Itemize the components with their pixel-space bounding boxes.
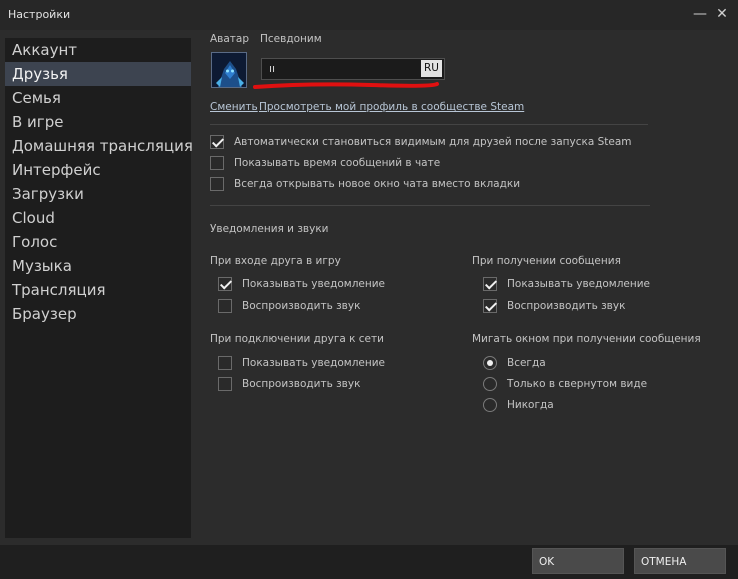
nickname-label: Псевдоним (260, 33, 322, 45)
checkbox[interactable] (218, 356, 232, 370)
sidebar-item-broadcasting[interactable]: Трансляция (5, 278, 191, 302)
sidebar-item-music[interactable]: Музыка (5, 254, 191, 278)
option-label: Никогда (507, 399, 554, 411)
avatar[interactable] (211, 52, 247, 88)
view-profile-link[interactable]: Просмотреть мой профиль в сообществе Ste… (259, 101, 524, 113)
sidebar-item-browser[interactable]: Браузер (5, 302, 191, 326)
sidebar-item-friends[interactable]: Друзья (5, 62, 191, 86)
message-received-show[interactable]: Показывать уведомление (483, 276, 650, 292)
option-label: Показывать уведомление (242, 357, 386, 369)
option-label: Только в свернутом виде (507, 378, 648, 390)
radio-button[interactable] (483, 377, 497, 391)
radio-button[interactable] (483, 398, 497, 412)
option-label: Воспроизводить звук (507, 300, 626, 312)
nickname-input[interactable]: ıı (261, 58, 445, 80)
title-bar: Настройки — ✕ (0, 0, 738, 30)
sidebar-item-voice[interactable]: Голос (5, 230, 191, 254)
checkbox[interactable] (218, 277, 232, 291)
friend-ingame-sound[interactable]: Воспроизводить звук (218, 298, 360, 314)
option-label: Показывать уведомление (507, 278, 651, 290)
checkbox[interactable] (483, 299, 497, 313)
option-label: Показывать время сообщений в чате (234, 157, 441, 169)
checkbox[interactable] (210, 177, 224, 191)
flash-window-never[interactable]: Никогда (483, 397, 554, 413)
divider (210, 205, 650, 206)
checkbox[interactable] (210, 135, 224, 149)
sidebar-item-home-streaming[interactable]: Домашняя трансляция (5, 134, 193, 158)
flash-window-always[interactable]: Всегда (483, 355, 546, 371)
settings-sidebar: Аккаунт Друзья Семья В игре Домашняя тра… (5, 38, 193, 538)
checkbox[interactable] (483, 277, 497, 291)
friends-settings-panel: Аватар Псевдоним ıı RU Сменить Просмотре… (191, 30, 738, 545)
friend-online-title: При подключении друга к сети (210, 333, 384, 345)
sidebar-item-downloads[interactable]: Загрузки (5, 182, 191, 206)
dialog-footer (0, 545, 738, 579)
message-received-sound[interactable]: Воспроизводить звук (483, 298, 625, 314)
minimize-icon[interactable]: — (690, 4, 710, 24)
flash-window-title: Мигать окном при получении сообщения (472, 333, 701, 345)
red-annotation-underline (253, 82, 439, 89)
option-auto-visible[interactable]: Автоматически становиться видимым для др… (210, 134, 632, 150)
checkbox[interactable] (218, 299, 232, 313)
friend-online-show[interactable]: Показывать уведомление (218, 355, 385, 371)
avatar-image (212, 53, 246, 87)
option-label: Воспроизводить звук (242, 300, 361, 312)
option-label: Автоматически становиться видимым для др… (234, 136, 632, 148)
sidebar-item-interface[interactable]: Интерфейс (5, 158, 191, 182)
ok-button[interactable]: OK (532, 548, 624, 574)
notifications-section-title: Уведомления и звуки (210, 223, 329, 235)
change-avatar-link[interactable]: Сменить (210, 101, 258, 113)
flash-window-minimized[interactable]: Только в свернутом виде (483, 376, 647, 392)
language-badge: RU (421, 60, 442, 77)
checkbox[interactable] (218, 377, 232, 391)
sidebar-item-account[interactable]: Аккаунт (5, 38, 191, 62)
avatar-label: Аватар (210, 33, 250, 45)
sidebar-item-ingame[interactable]: В игре (5, 110, 191, 134)
cancel-button[interactable]: ОТМЕНА (634, 548, 726, 574)
sidebar-item-cloud[interactable]: Cloud (5, 206, 191, 230)
option-new-window[interactable]: Всегда открывать новое окно чата вместо … (210, 176, 520, 192)
option-label: Всегда открывать новое окно чата вместо … (234, 178, 521, 190)
option-label: Всегда (507, 357, 546, 369)
friend-online-sound[interactable]: Воспроизводить звук (218, 376, 360, 392)
radio-button[interactable] (483, 356, 497, 370)
option-label: Воспроизводить звук (242, 378, 361, 390)
option-show-timestamps[interactable]: Показывать время сообщений в чате (210, 155, 440, 171)
option-label: Показывать уведомление (242, 278, 386, 290)
friend-ingame-title: При входе друга в игру (210, 255, 341, 267)
checkbox[interactable] (210, 156, 224, 170)
friend-ingame-show[interactable]: Показывать уведомление (218, 276, 385, 292)
sidebar-item-family[interactable]: Семья (5, 86, 191, 110)
close-icon[interactable]: ✕ (712, 4, 732, 24)
window-title: Настройки (8, 8, 71, 21)
divider (210, 124, 648, 125)
message-received-title: При получении сообщения (472, 255, 621, 267)
